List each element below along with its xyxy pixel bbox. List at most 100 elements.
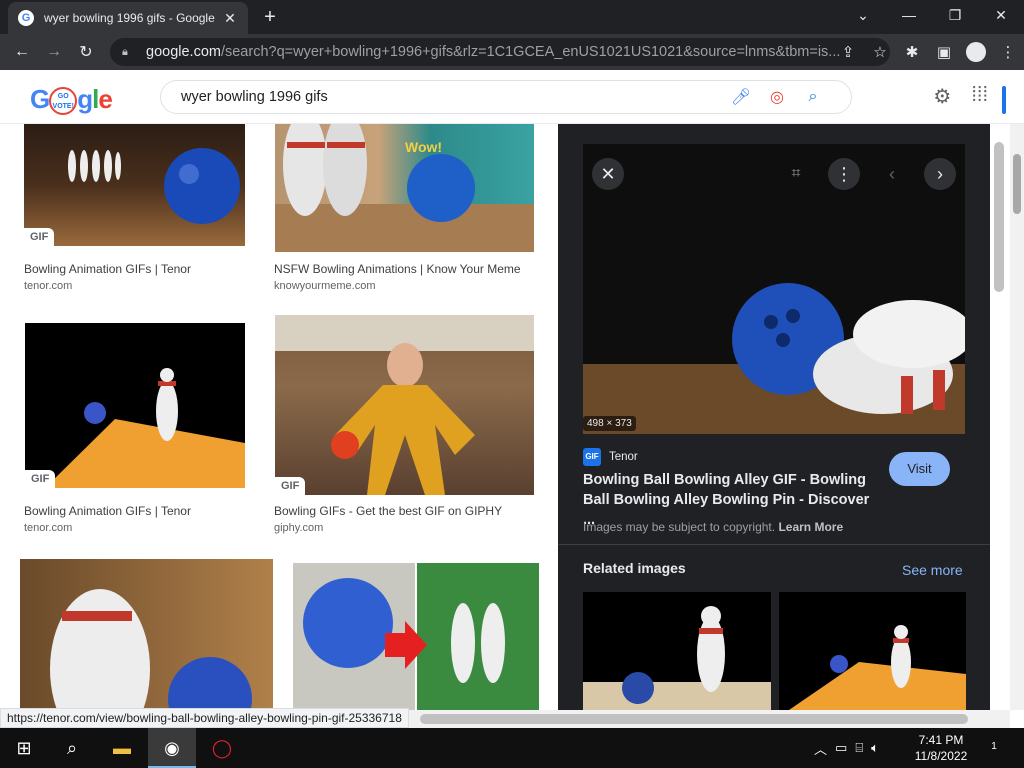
result-title[interactable]: Bowling GIFs - Get the best GIF on GIPHY xyxy=(274,504,502,518)
bowling-image xyxy=(275,315,534,495)
sign-in-indicator xyxy=(1002,86,1006,114)
lens-icon[interactable]: ◎ xyxy=(759,87,795,107)
windows-icon[interactable]: ⊞ xyxy=(0,728,48,768)
result-title[interactable]: Bowling Animation GIFs | Tenor xyxy=(24,504,191,518)
reload-icon[interactable]: ↻ xyxy=(70,42,102,62)
back-arrow-icon[interactable]: ← xyxy=(6,43,38,61)
bowling-ball-image xyxy=(583,144,965,434)
result-thumbnail[interactable]: GIF xyxy=(24,124,245,246)
result-source: tenor.com xyxy=(24,280,73,292)
result-title[interactable]: NSFW Bowling Animations | Know Your Meme xyxy=(274,262,521,276)
bowling-image xyxy=(68,148,240,224)
result-thumbnail[interactable] xyxy=(20,559,273,710)
google-header: G GO VOTE! gle wyer bowling 1996 gifs 🎤︎ ◎ … xyxy=(0,70,1024,124)
chevron-left-icon[interactable]: ‹ xyxy=(876,158,908,190)
clock-date: 11/8/2022 xyxy=(914,749,968,763)
chevron-right-icon[interactable]: › xyxy=(924,158,956,190)
url-host: google.com xyxy=(146,44,221,60)
bowling-image xyxy=(293,563,539,710)
related-thumbnail[interactable] xyxy=(583,592,771,710)
chrome-icon[interactable]: ◉ xyxy=(148,728,196,768)
tab-active[interactable]: G wyer bowling 1996 gifs - Google ✕ xyxy=(8,2,248,34)
page-scrollbar[interactable] xyxy=(1010,124,1024,710)
bowling-image xyxy=(45,368,245,488)
clock[interactable]: 7:41 PM 11/8/2022 xyxy=(906,732,976,764)
source-name: Tenor xyxy=(609,451,638,463)
taskbar-search-icon[interactable]: ⌕ xyxy=(48,728,96,768)
more-icon[interactable]: ⋮ xyxy=(828,158,860,190)
opera-icon[interactable]: ◯ xyxy=(198,728,246,768)
gif-badge: GIF xyxy=(24,228,55,246)
result-source: tenor.com xyxy=(24,522,73,534)
gear-icon[interactable]: ⚙ xyxy=(933,84,951,109)
volume-icon[interactable]: 🔈︎ xyxy=(871,740,879,756)
bowling-image: Wow! xyxy=(275,124,534,252)
forward-arrow-icon[interactable]: → xyxy=(38,43,70,61)
chevron-up-icon[interactable]: ︿ xyxy=(814,739,827,758)
result-thumbnail[interactable] xyxy=(293,563,539,710)
tab-search-icon[interactable]: ⌄ xyxy=(840,0,886,30)
result-title[interactable]: Bowling Animation GIFs | Tenor xyxy=(24,262,191,276)
result-source: giphy.com xyxy=(274,522,324,534)
result-thumbnail[interactable]: GIF xyxy=(25,323,245,488)
gif-badge: GIF xyxy=(275,477,306,495)
address-bar[interactable]: 🔒︎ google.com /search?q=wyer+bowling+199… xyxy=(110,38,890,66)
search-query: wyer bowling 1996 gifs xyxy=(181,89,328,105)
browser-toolbar: ← → ↻ 🔒︎ google.com /search?q=wyer+bowli… xyxy=(0,34,1024,70)
battery-icon[interactable]: ▭ xyxy=(835,740,847,756)
url-path: /search?q=wyer+bowling+1996+gifs&rlz=1C1… xyxy=(220,44,841,60)
extensions-icon[interactable]: ✱ xyxy=(896,43,928,61)
bowling-image xyxy=(50,589,252,710)
preview-image[interactable] xyxy=(583,144,965,434)
lock-icon[interactable]: 🔒︎ xyxy=(122,46,134,59)
file-explorer-icon[interactable]: ▬ xyxy=(98,728,146,768)
page-scroll-thumb[interactable] xyxy=(1013,154,1021,214)
go-vote-doodle: GO VOTE! xyxy=(49,87,78,116)
status-bar-url: https://tenor.com/view/bowling-ball-bowl… xyxy=(0,708,409,728)
google-favicon: G xyxy=(18,10,34,26)
copyright-notice: Images may be subject to copyright. Lear… xyxy=(583,520,844,534)
share-icon[interactable]: ⇪ xyxy=(832,43,864,61)
tab-title: wyer bowling 1996 gifs - Google xyxy=(44,11,215,25)
apps-icon[interactable]: ⁞⁞⁞ xyxy=(971,84,988,109)
google-logo[interactable]: G GO VOTE! gle xyxy=(30,84,113,116)
bowling-pin-image xyxy=(789,625,966,710)
see-more-link[interactable]: See more xyxy=(902,562,963,578)
search-icon[interactable]: ⌕ xyxy=(795,88,831,106)
divider xyxy=(558,544,990,545)
close-icon[interactable]: ✕ xyxy=(592,158,624,190)
notifications-icon[interactable]: 1 xyxy=(982,736,1006,760)
tenor-icon: GIF xyxy=(583,448,601,466)
tab-close-icon[interactable]: ✕ xyxy=(222,10,238,27)
windows-taskbar: ⊞ ⌕ ▬ ◉ ◯ ︿ ▭ ⌸ 🔈︎ 7:41 PM 11/8/2022 1 xyxy=(0,728,1024,768)
menu-icon[interactable]: ⋮ xyxy=(992,43,1024,61)
clock-time: 7:41 PM xyxy=(918,733,964,747)
horizontal-scroll-thumb[interactable] xyxy=(420,714,968,724)
related-images-heading: Related images xyxy=(583,560,686,576)
related-thumbnail[interactable] xyxy=(779,592,966,710)
panel-scroll-thumb[interactable] xyxy=(994,142,1004,292)
image-dimensions: 498 × 373 xyxy=(583,416,636,431)
minimize-button[interactable]: — xyxy=(886,0,932,30)
result-thumbnail[interactable]: Wow! xyxy=(275,124,534,252)
restore-button[interactable]: ❐ xyxy=(932,0,978,30)
bowling-pin-image xyxy=(583,606,771,710)
visit-button[interactable]: Visit xyxy=(889,452,950,486)
network-icon[interactable]: ⌸ xyxy=(855,740,863,756)
image-results: GIF Bowling Animation GIFs | Tenor tenor… xyxy=(0,124,558,710)
profile-icon[interactable] xyxy=(966,42,986,62)
system-tray: ︿ ▭ ⌸ 🔈︎ xyxy=(814,728,879,768)
source-row[interactable]: GIF Tenor xyxy=(583,448,638,466)
panel-scrollbar[interactable] xyxy=(990,124,1010,710)
result-thumbnail[interactable]: GIF xyxy=(275,315,534,495)
new-tab-button[interactable]: + xyxy=(258,6,282,28)
learn-more-link[interactable]: Learn More xyxy=(778,520,843,534)
search-input[interactable]: wyer bowling 1996 gifs 🎤︎ ◎ ⌕ xyxy=(160,80,852,114)
gif-badge: GIF xyxy=(25,470,56,488)
lens-search-icon[interactable]: ⌗ xyxy=(780,158,812,190)
sidebar-icon[interactable]: ▣ xyxy=(928,43,960,61)
tab-strip: G wyer bowling 1996 gifs - Google ✕ + ⌄ … xyxy=(0,0,1024,34)
star-icon[interactable]: ☆ xyxy=(864,43,896,61)
window-close-button[interactable]: ✕ xyxy=(978,0,1024,30)
mic-icon[interactable]: 🎤︎ xyxy=(723,87,759,107)
